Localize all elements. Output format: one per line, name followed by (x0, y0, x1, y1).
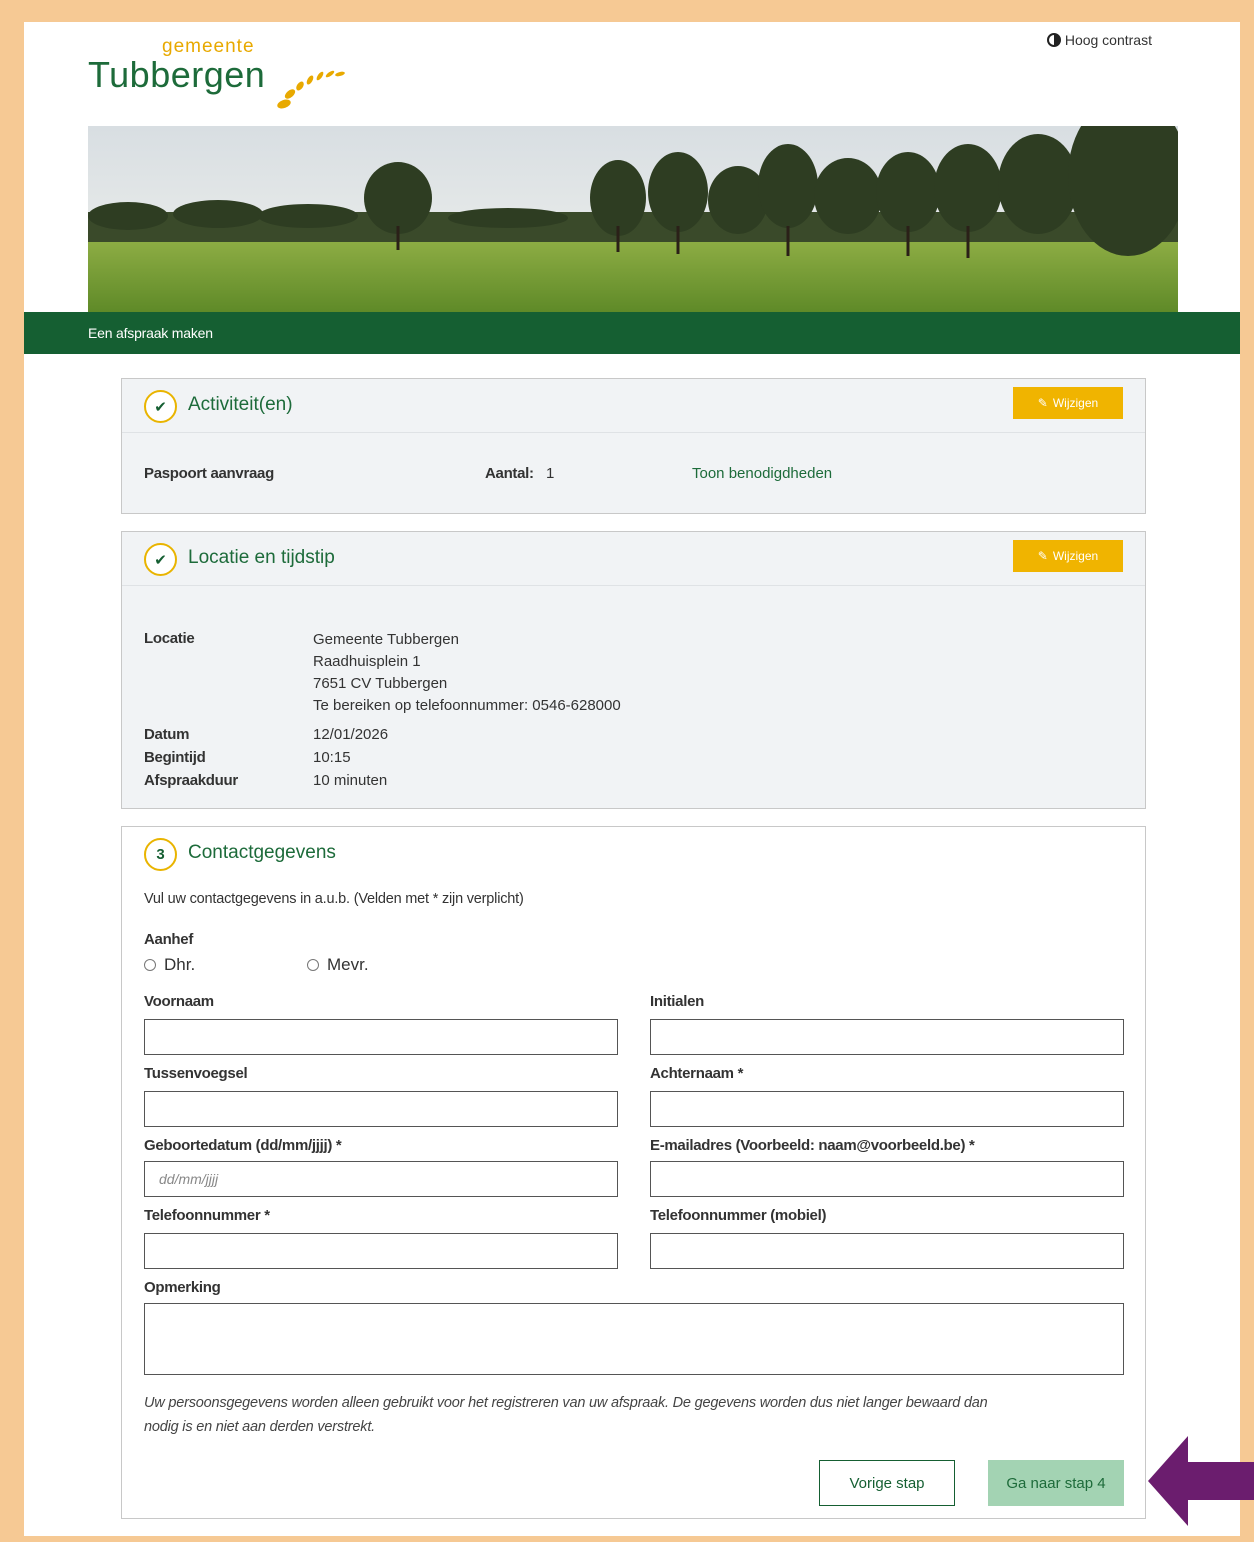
salutation-label: Aanhef (144, 931, 194, 948)
location-line: Te bereiken op telefoonnummer: 0546-6280… (313, 697, 621, 714)
tubbergen-logo[interactable]: gemeente Tubbergen (88, 34, 368, 114)
high-contrast-toggle[interactable]: Hoog contrast (1046, 32, 1152, 48)
contrast-icon (1046, 33, 1061, 47)
step-location-panel: ✔ Locatie en tijdstip ✎ Wijzigen Locatie… (121, 531, 1146, 809)
date-label: Datum (144, 726, 190, 743)
check-icon: ✔ (144, 543, 177, 576)
location-line: 7651 CV Tubbergen (313, 675, 448, 692)
remark-textarea[interactable] (144, 1303, 1124, 1375)
birthdate-input[interactable] (144, 1161, 618, 1197)
mobile-input[interactable] (650, 1233, 1124, 1269)
location-address: Gemeente Tubbergen Raadhuisplein 1 7651 … (313, 629, 621, 717)
date-value: 12/01/2026 (313, 726, 389, 743)
arrow-annotation-icon (1148, 1436, 1254, 1526)
privacy-note: Uw persoonsgegevens worden alleen gebrui… (144, 1391, 1134, 1439)
salutation-mevr-label: Mevr. (327, 955, 369, 974)
pencil-icon: ✎ (1037, 396, 1048, 410)
previous-step-button[interactable]: Vorige stap (819, 1460, 955, 1506)
contact-intro: Vul uw contactgegevens in a.u.b. (Velden… (144, 891, 524, 907)
page: gemeente Tubbergen Hoog contrast Een afs… (24, 22, 1240, 1536)
step-contact-panel: 3 Contactgegevens Vul uw contactgegevens… (121, 826, 1146, 1519)
pencil-icon: ✎ (1037, 549, 1048, 563)
requirements-link[interactable]: Toon benodigdheden (692, 465, 832, 482)
location-line: Raadhuisplein 1 (313, 653, 421, 670)
step-activities-title: Activiteit(en) (188, 394, 293, 415)
edit-location-button[interactable]: ✎ Wijzigen (1013, 540, 1123, 572)
landscape-illustration (88, 126, 1178, 312)
hero-image (88, 126, 1178, 312)
count-label: Aantal: (485, 465, 534, 482)
step-location-header: ✔ Locatie en tijdstip ✎ Wijzigen (122, 532, 1145, 586)
first-name-label: Voornaam (144, 993, 214, 1010)
high-contrast-label: Hoog contrast (1064, 32, 1152, 48)
salutation-dhr-radio[interactable]: Dhr. (144, 955, 195, 975)
salutation-mevr-radio[interactable]: Mevr. (307, 955, 369, 975)
salutation-dhr-label: Dhr. (164, 955, 196, 974)
location-line: Gemeente Tubbergen (313, 631, 459, 648)
next-step-button[interactable]: Ga naar stap 4 (988, 1460, 1124, 1506)
duration-label: Afspraakduur (144, 772, 238, 789)
radio-circle (144, 959, 156, 971)
email-label: E-mailadres (Voorbeeld: naam@voorbeeld.b… (650, 1137, 975, 1154)
remark-label: Opmerking (144, 1279, 221, 1296)
step-activities-header: ✔ Activiteit(en) ✎ Wijzigen (122, 379, 1145, 433)
start-time-label: Begintijd (144, 749, 206, 766)
edit-activities-label: Wijzigen (1052, 396, 1099, 410)
step-contact-title: Contactgegevens (188, 842, 336, 863)
duration-value: 10 minuten (313, 772, 388, 789)
phone-label: Telefoonnummer * (144, 1207, 270, 1224)
first-name-input[interactable] (144, 1019, 618, 1055)
step-location-title: Locatie en tijdstip (188, 547, 335, 568)
wheat-icon (277, 70, 345, 109)
nav-title: Een afspraak maken (88, 325, 213, 341)
step-number-badge: 3 (144, 838, 177, 871)
phone-input[interactable] (144, 1233, 618, 1269)
start-time-value: 10:15 (313, 749, 351, 766)
last-name-input[interactable] (650, 1091, 1124, 1127)
initials-input[interactable] (650, 1019, 1124, 1055)
infix-input[interactable] (144, 1091, 618, 1127)
edit-activities-button[interactable]: ✎ Wijzigen (1013, 387, 1123, 419)
nav-bar: Een afspraak maken (24, 312, 1240, 354)
privacy-note-line: nodig is en niet aan derden verstrekt. (144, 1419, 375, 1435)
edit-location-label: Wijzigen (1052, 549, 1099, 563)
privacy-note-line: Uw persoonsgegevens worden alleen gebrui… (144, 1395, 988, 1411)
location-label: Locatie (144, 630, 195, 647)
step-activities-panel: ✔ Activiteit(en) ✎ Wijzigen Paspoort aan… (121, 378, 1146, 514)
logo-main-text: Tubbergen (88, 54, 266, 95)
count-value: 1 (546, 465, 555, 482)
mobile-label: Telefoonnummer (mobiel) (650, 1207, 827, 1224)
last-name-label: Achternaam * (650, 1065, 744, 1082)
radio-circle (307, 959, 319, 971)
infix-label: Tussenvoegsel (144, 1065, 248, 1082)
email-input[interactable] (650, 1161, 1124, 1197)
birthdate-label: Geboortedatum (dd/mm/jjjj) * (144, 1137, 342, 1154)
activity-name: Paspoort aanvraag (144, 465, 274, 482)
check-icon: ✔ (144, 390, 177, 423)
initials-label: Initialen (650, 993, 704, 1010)
